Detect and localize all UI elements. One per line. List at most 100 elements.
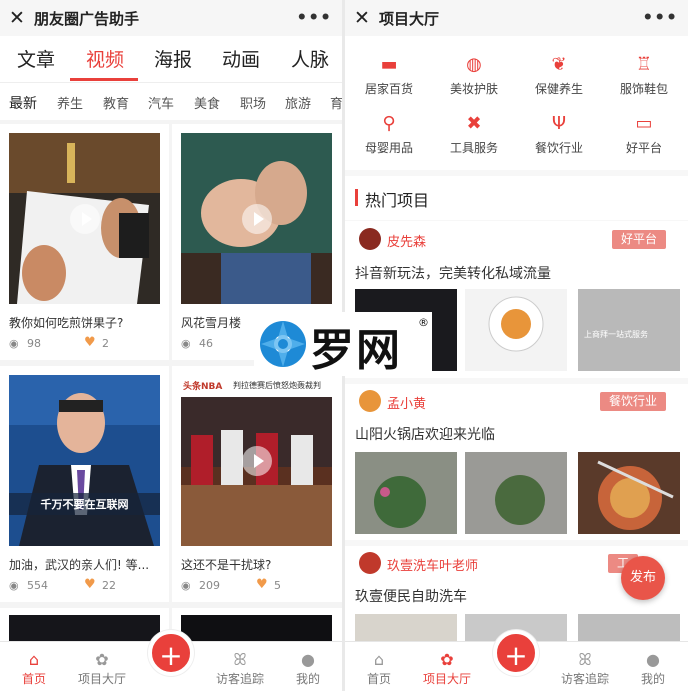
eye-icon: ◉ <box>181 337 191 350</box>
nav-mine[interactable]: ● 我的 <box>278 650 338 687</box>
flower-icon: ✿ <box>440 650 454 669</box>
category-good-platform[interactable]: ▭ 好平台 <box>605 113 683 156</box>
video-thumbnail[interactable]: 千万不要在互联网 <box>9 375 160 546</box>
publish-button[interactable]: 发布 <box>621 556 665 600</box>
project-tag[interactable]: 好平台 <box>611 230 666 249</box>
category-baby[interactable]: ⚲ 母婴用品 <box>350 113 428 156</box>
category-latest[interactable]: 最新 <box>9 93 37 113</box>
eye-icon: ◉ <box>9 579 19 592</box>
like-count: 22 <box>102 579 116 592</box>
category-health[interactable]: 养生 <box>57 93 83 112</box>
video-card[interactable]: 教你如何吃煎饼果子? ◉ 98 ♥ 2 <box>0 124 169 360</box>
section-accent <box>355 189 358 206</box>
project-author[interactable]: 皮先森 <box>387 231 426 250</box>
category-label: 餐饮行业 <box>534 141 583 155</box>
category-label: 服饰鞋包 <box>619 82 668 96</box>
tab-poster[interactable]: 海报 <box>154 45 192 72</box>
video-caption: 加油，武汉的亲人们! 等... <box>9 558 150 572</box>
project-image[interactable]: 上商拜一站式服务 <box>578 289 680 371</box>
play-icon[interactable] <box>241 203 272 234</box>
tools-icon: ✖ <box>466 113 482 134</box>
view-count: 98 <box>27 337 41 350</box>
category-bar: 最新 养生 教育 汽车 美食 职场 旅游 育 <box>0 82 342 120</box>
heart-icon[interactable]: ♥ <box>84 335 96 350</box>
video-thumbnail[interactable]: 头条NBA 判拉德赛后愤怒炮轰裁判 <box>181 375 332 546</box>
category-travel[interactable]: 旅游 <box>285 93 311 112</box>
category-tools[interactable]: ✖ 工具服务 <box>435 113 513 156</box>
project-author[interactable]: 孟小黄 <box>387 393 426 412</box>
title-bar: ✕ 项目大厅 ••• <box>345 0 688 36</box>
close-icon[interactable]: ✕ <box>0 7 34 29</box>
hot-projects-header: 热门项目 <box>345 176 688 220</box>
category-home-goods[interactable]: ▬ 居家百货 <box>350 54 428 97</box>
project-description: 山阳火锅店欢迎来光临 <box>355 427 495 443</box>
avatar <box>359 228 381 250</box>
video-card[interactable]: 头条NBA 判拉德赛后愤怒炮轰裁判 这还不是干扰球? ◉ 209 ♥ 5 <box>172 366 342 602</box>
category-cars[interactable]: 汽车 <box>148 93 174 112</box>
video-thumbnail[interactable] <box>181 133 332 304</box>
user-icon: ● <box>646 650 660 669</box>
project-card[interactable]: 孟小黄 餐饮行业 山阳火锅店欢迎来光临 <box>345 384 688 540</box>
avatar <box>359 552 381 574</box>
heart-icon[interactable]: ♥ <box>256 577 268 592</box>
watermark-logo: 罗网 ® <box>254 312 432 376</box>
add-button[interactable]: + <box>148 630 194 676</box>
project-image[interactable] <box>465 452 567 534</box>
category-education[interactable]: 教育 <box>103 93 129 112</box>
category-parenting[interactable]: 育 <box>330 93 342 112</box>
nav-project-hall[interactable]: ✿ 项目大厅 <box>417 650 477 687</box>
nav-visitor-tracking[interactable]: ꕤ 访客追踪 <box>555 650 615 687</box>
category-apparel[interactable]: ♖ 服饰鞋包 <box>605 54 683 97</box>
eye-icon: ◉ <box>9 337 19 350</box>
video-caption: 这还不是干扰球? <box>181 558 272 572</box>
page-title: 项目大厅 <box>379 9 440 28</box>
nav-home[interactable]: ⌂ 首页 <box>4 650 64 687</box>
tab-article[interactable]: 文章 <box>17 45 55 72</box>
category-food[interactable]: 美食 <box>194 93 220 112</box>
project-image[interactable] <box>465 289 567 371</box>
nav-home[interactable]: ⌂ 首页 <box>349 650 409 687</box>
close-icon[interactable]: ✕ <box>345 7 379 29</box>
category-label: 美妆护肤 <box>449 82 498 96</box>
category-label: 保健养生 <box>534 82 583 96</box>
category-health[interactable]: ❦ 保健养生 <box>520 54 598 97</box>
project-image[interactable] <box>355 614 457 641</box>
like-count: 2 <box>102 337 109 350</box>
project-image[interactable] <box>355 452 457 534</box>
add-button[interactable]: + <box>493 630 539 676</box>
play-icon[interactable] <box>241 445 272 476</box>
category-career[interactable]: 职场 <box>240 93 266 112</box>
content-tabs: 文章 视频 海报 动画 人脉 <box>0 36 342 82</box>
tab-animation[interactable]: 动画 <box>222 45 260 72</box>
project-image[interactable] <box>578 452 680 534</box>
sofa-icon: ▬ <box>380 54 398 75</box>
more-icon[interactable]: ••• <box>296 8 332 28</box>
video-caption: 风花雪月楼 <box>181 316 242 330</box>
home-icon: ⌂ <box>28 650 40 669</box>
nav-label: 我的 <box>640 672 665 686</box>
video-thumbnail[interactable] <box>9 133 160 304</box>
play-icon[interactable] <box>69 203 100 234</box>
nav-project-hall[interactable]: ✿ 项目大厅 <box>72 650 132 687</box>
nav-visitor-tracking[interactable]: ꕤ 访客追踪 <box>210 650 270 687</box>
video-thumbnail-image <box>9 375 160 546</box>
nav-mine[interactable]: ● 我的 <box>623 650 683 687</box>
tab-video[interactable]: 视频 <box>86 45 124 72</box>
news-headline: 判拉德赛后愤怒炮轰裁判 <box>233 381 321 390</box>
category-label: 母婴用品 <box>364 141 413 155</box>
project-tag[interactable]: 餐饮行业 <box>599 392 666 411</box>
registered-mark: ® <box>418 316 429 329</box>
project-image[interactable] <box>578 614 680 641</box>
project-author[interactable]: 玖壹洗车叶老师 <box>387 555 478 574</box>
noodle-photo <box>578 452 680 534</box>
category-catering[interactable]: Ψ 餐饮行业 <box>520 113 598 156</box>
logo-icon <box>260 321 306 367</box>
category-grid: ▬ 居家百货 ◍ 美妆护肤 ❦ 保健养生 ♖ 服饰鞋包 ⚲ 母婴用品 ✖ 工具服务 Ψ 餐饮行… <box>345 36 688 170</box>
heart-icon[interactable]: ♥ <box>84 577 96 592</box>
category-beauty[interactable]: ◍ 美妆护肤 <box>435 54 513 97</box>
video-card[interactable]: 千万不要在互联网 加油，武汉的亲人们! 等... ◉ 554 ♥ 22 <box>0 366 169 602</box>
nav-label: 访客追踪 <box>215 672 264 686</box>
more-icon[interactable]: ••• <box>642 8 678 28</box>
screenshot-root: ✕ 朋友圈广告助手 ••• 文章 视频 海报 动画 人脉 最新 养生 教育 汽车… <box>0 0 688 691</box>
tab-contacts[interactable]: 人脉 <box>291 45 329 72</box>
